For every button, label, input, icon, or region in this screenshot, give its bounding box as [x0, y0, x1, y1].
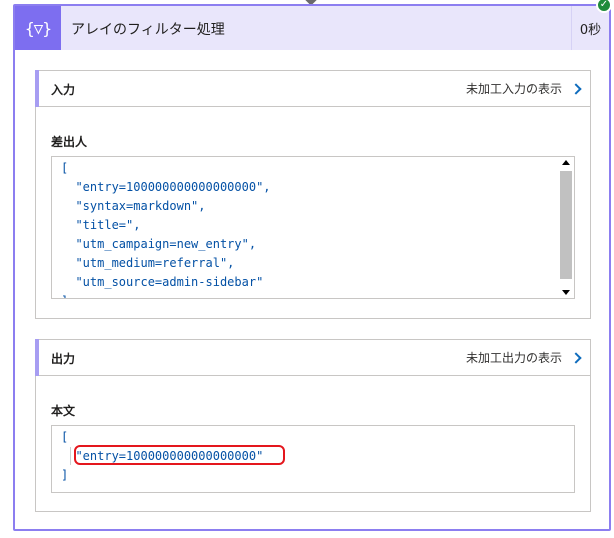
scroll-up-arrow-icon[interactable] — [562, 160, 570, 165]
scroll-down-arrow-icon[interactable] — [562, 290, 570, 295]
inputs-section-header: 入力 未加工入力の表示 — [35, 70, 590, 107]
from-field-value[interactable]: [ "entry=100000000000000000", "syntax=ma… — [51, 156, 575, 299]
chevron-right-icon — [570, 82, 582, 95]
code-line: "entry=100000000000000000", — [61, 180, 271, 194]
body-field-value[interactable]: [ "entry=100000000000000000" ] — [51, 425, 575, 493]
vertical-scrollbar[interactable] — [558, 157, 574, 298]
code-line: [ — [61, 161, 69, 175]
from-field-label: 差出人 — [51, 135, 88, 149]
code-line: "utm_source=admin-sidebar" — [61, 275, 264, 289]
show-raw-inputs-label: 未加工入力の表示 — [465, 82, 562, 96]
chevron-right-icon — [570, 351, 582, 364]
inputs-section-label: 入力 — [51, 83, 76, 97]
code-line: [ — [61, 430, 69, 444]
highlight-annotation — [74, 445, 285, 465]
code-line: "title=", — [61, 218, 141, 232]
scroll-thumb[interactable] — [560, 171, 572, 279]
show-raw-inputs-link[interactable]: 未加工入力の表示 — [466, 80, 582, 97]
action-title: アレイのフィルター処理 — [71, 22, 225, 38]
code-line: ] — [61, 292, 68, 298]
show-raw-outputs-link[interactable]: 未加工出力の表示 — [466, 349, 582, 366]
filter-array-icon: {▽} — [15, 6, 61, 50]
code-line: "utm_campaign=new_entry", — [61, 237, 257, 251]
outputs-section-label: 出力 — [51, 352, 76, 366]
show-raw-outputs-label: 未加工出力の表示 — [465, 351, 562, 365]
outputs-section: 出力 未加工出力の表示 本文 [ "entry=1000000000000000… — [35, 339, 591, 512]
code-line: "syntax=markdown", — [61, 199, 206, 213]
action-card: {▽} アレイのフィルター処理 0秒 入力 未加工入力の表示 差出人 [ "en… — [13, 4, 611, 531]
code-line: "utm_medium=referral", — [61, 256, 235, 270]
body-field-label: 本文 — [51, 404, 76, 418]
action-card-header[interactable]: {▽} アレイのフィルター処理 0秒 — [15, 6, 609, 50]
outputs-section-header: 出力 未加工出力の表示 — [35, 339, 590, 376]
inputs-section: 入力 未加工入力の表示 差出人 [ "entry=100000000000000… — [35, 70, 591, 319]
code-line: ] — [61, 468, 69, 482]
